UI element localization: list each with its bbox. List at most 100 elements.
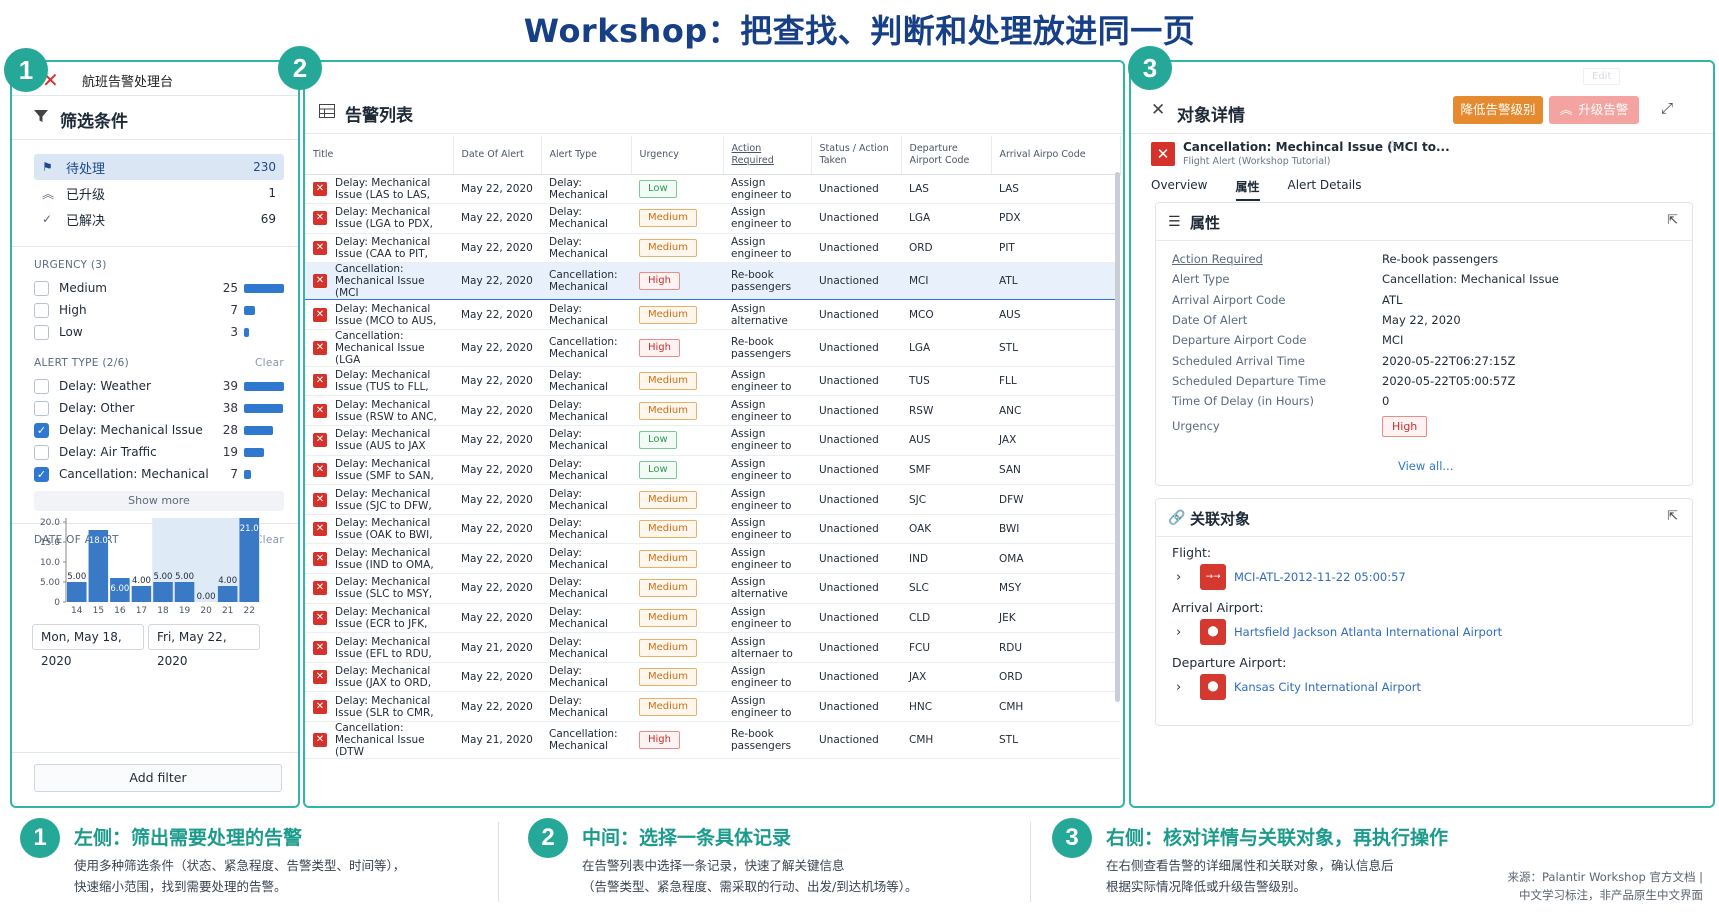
alert-x-icon: ✕ xyxy=(313,274,327,289)
view-all-link[interactable]: View all... xyxy=(1398,459,1453,473)
linked-object-link[interactable]: Kansas City International Airport xyxy=(1234,680,1421,694)
linked-object-link[interactable]: Hartsfield Jackson Atlanta International… xyxy=(1234,625,1502,639)
facet-item[interactable]: High 7 xyxy=(34,299,284,321)
chevron-right-icon[interactable]: › xyxy=(1176,570,1200,585)
title-cell: ✕ Delay: Mechanical Issue (SJC to DFW, xyxy=(305,484,453,515)
status-filter-item[interactable]: ✓ 已解决 69 xyxy=(34,206,284,232)
type-cell: Delay: Mechanical xyxy=(541,484,631,515)
property-row: Time Of Delay (in Hours) 0 xyxy=(1156,391,1692,411)
date-from-input[interactable]: Mon, May 18, 2020 xyxy=(32,624,144,668)
checkbox[interactable]: ✓ xyxy=(34,422,49,438)
status-cell: Unactioned xyxy=(811,395,901,427)
downgrade-alert-button[interactable]: 降低告警级别 xyxy=(1453,96,1543,124)
facet-item[interactable]: Medium 25 xyxy=(34,277,284,299)
expand-icon[interactable]: ⤢ xyxy=(1661,99,1673,117)
column-header[interactable]: Departure Airport Code xyxy=(901,136,992,175)
table-row[interactable]: ✕ Cancellation: Mechanical Issue (LGA May … xyxy=(305,329,1120,367)
table-row[interactable]: ✕ Delay: Mechanical Issue (LGA to PDX, May… xyxy=(305,203,1120,234)
edit-button[interactable]: Edit xyxy=(1583,68,1621,85)
checkbox[interactable] xyxy=(34,302,49,318)
table-row[interactable]: ✕ Delay: Mechanical Issue (SMF to SAN, May… xyxy=(305,455,1120,486)
alert-type-clear-link[interactable]: Clear xyxy=(255,357,284,369)
tab-alert-details[interactable]: Alert Details xyxy=(1288,178,1362,201)
linked-object-item[interactable]: › ⬤ Hartsfield Jackson Atlanta Internation… xyxy=(1176,615,1692,649)
y-tick-label: 5.00 xyxy=(40,578,60,588)
table-row[interactable]: ✕ Delay: Mechanical Issue (AUS to JAX May … xyxy=(305,425,1120,456)
escalate-alert-button[interactable]: ︽ 升级告警 xyxy=(1549,96,1639,124)
table-row[interactable]: ✕ Delay: Mechanical Issue (SJC to DFW, May… xyxy=(305,484,1120,515)
column-header[interactable]: Date Of Alert xyxy=(453,136,542,175)
table-row[interactable]: ✕ Delay: Mechanical Issue (SLR to CMR, May… xyxy=(305,691,1120,722)
bar-value-label: 0.00 xyxy=(197,592,216,602)
table-row[interactable]: ✕ Delay: Mechanical Issue (LAS to LAS, May… xyxy=(305,174,1120,205)
table-row[interactable]: ✕ Delay: Mechanical Issue (JAX to ORD, May… xyxy=(305,662,1120,693)
status-filter-item[interactable]: ⚑ 待处理 230 xyxy=(34,154,284,180)
bar-value-label: 6.00 xyxy=(110,584,129,594)
table-row[interactable]: ✕ Delay: Mechanical Issue (SLC to MSY, May… xyxy=(305,573,1120,604)
table-row[interactable]: ✕ Cancellation: Mechanical Issue (MCI May … xyxy=(305,262,1120,301)
column-header[interactable]: Action Required xyxy=(723,136,812,175)
object-detail-panel: Edit ✕ 对象详情 降低告警级别 ︽ 升级告警 ⤢ ✕ Cancellatio… xyxy=(1129,60,1715,808)
status-filter-list: ⚑ 待处理 230 ︽ 已升级 1 ✓ 已解决 69 xyxy=(34,154,284,232)
facet-item[interactable]: ✓ Cancellation: Mechanical I... 7 xyxy=(34,463,284,485)
table-row[interactable]: ✕ Delay: Mechanical Issue (OAK to BWI, May… xyxy=(305,514,1120,545)
urgency-cell: Medium xyxy=(631,603,723,634)
facet-item[interactable]: Low 3 xyxy=(34,321,284,343)
departure-cell: LGA xyxy=(901,203,991,234)
date-cell: May 22, 2020 xyxy=(453,174,541,205)
facet-item[interactable]: Delay: Air Traffic 19 xyxy=(34,441,284,463)
facet-count: 25 xyxy=(222,281,238,295)
checkbox[interactable] xyxy=(34,444,49,460)
open-external-icon[interactable]: ⇱ xyxy=(1667,213,1678,228)
property-value: MCI xyxy=(1382,333,1404,348)
status-filter-item[interactable]: ︽ 已升级 1 xyxy=(34,180,284,206)
departure-cell: SMF xyxy=(901,455,991,486)
properties-card-header: ☰ 属性 ⇱ xyxy=(1156,203,1692,241)
checkbox[interactable] xyxy=(34,324,49,340)
departure-cell: ORD xyxy=(901,233,991,264)
star-icon[interactable]: ☆ xyxy=(1387,138,1399,153)
facet-bar xyxy=(244,447,284,457)
table-row[interactable]: ✕ Delay: Mechanical Issue (IND to OMA, May… xyxy=(305,543,1120,575)
open-external-icon[interactable]: ⇱ xyxy=(1667,509,1678,524)
table-row[interactable]: ✕ Delay: Mechanical Issue (EFL to RDU, May… xyxy=(305,632,1120,663)
add-filter-button[interactable]: Add filter xyxy=(34,764,282,792)
checkbox[interactable] xyxy=(34,378,49,394)
step-badge-2: 2 xyxy=(278,46,322,90)
date-to-input[interactable]: Fri, May 22, 2020 xyxy=(148,624,260,668)
column-header[interactable]: Arrival Airpo Code xyxy=(991,136,1121,175)
table-row[interactable]: ✕ Cancellation: Mechanical Issue (DTW May … xyxy=(305,721,1120,759)
linked-object-item[interactable]: › →→ MCI-ATL-2012-11-22 05:00:57 xyxy=(1176,560,1692,594)
table-row[interactable]: ✕ Delay: Mechanical Issue (RSW to ANC, May… xyxy=(305,395,1120,427)
checkbox[interactable]: ✓ xyxy=(34,466,49,482)
checkbox[interactable] xyxy=(34,280,49,296)
column-header[interactable]: Status / Action Taken xyxy=(811,136,902,175)
facet-item[interactable]: Delay: Other 38 xyxy=(34,397,284,419)
arrival-cell: ATL xyxy=(991,262,1120,301)
chevron-right-icon[interactable]: › xyxy=(1176,625,1200,640)
facet-item[interactable]: ✓ Delay: Mechanical Issue 28 xyxy=(34,419,284,441)
date-histogram[interactable]: 0 5.00 10.0 15.0 20.0 5.00 14 18.0 15 6.00 16 4.00 1… xyxy=(12,504,298,616)
linked-object-item[interactable]: › ⬤ Kansas City International Airport xyxy=(1176,670,1692,704)
chevron-right-icon[interactable]: › xyxy=(1176,680,1200,695)
linked-object-link[interactable]: MCI-ATL-2012-11-22 05:00:57 xyxy=(1234,570,1406,584)
column-header[interactable]: Alert Type xyxy=(541,136,632,175)
table-row[interactable]: ✕ Delay: Mechanical Issue (CAA to PIT, May… xyxy=(305,233,1120,264)
column-header[interactable]: Urgency xyxy=(631,136,724,175)
close-detail-icon[interactable]: ✕ xyxy=(1151,100,1165,120)
tab-properties[interactable]: 属性 xyxy=(1235,178,1260,201)
checkbox[interactable] xyxy=(34,400,49,416)
facet-count: 7 xyxy=(230,303,238,317)
property-key[interactable]: Action Required xyxy=(1156,252,1382,266)
column-header[interactable]: Title xyxy=(305,136,454,175)
title-cell: ✕ Delay: Mechanical Issue (LGA to PDX, xyxy=(305,203,453,234)
facet-label: High xyxy=(59,303,87,317)
urgency-cell: Medium xyxy=(631,484,723,515)
table-row[interactable]: ✕ Delay: Mechanical Issue (TUS to FLL, May… xyxy=(305,366,1120,397)
tab-overview[interactable]: Overview xyxy=(1151,178,1208,201)
departure-cell: CLD xyxy=(901,603,991,634)
table-row[interactable]: ✕ Delay: Mechanical Issue (ECR to JFK, May… xyxy=(305,603,1120,634)
table-scrollbar[interactable] xyxy=(1115,172,1120,702)
facet-item[interactable]: Delay: Weather 39 xyxy=(34,375,284,397)
table-row[interactable]: ✕ Delay: Mechanical Issue (MCO to AUS, May… xyxy=(305,299,1120,330)
